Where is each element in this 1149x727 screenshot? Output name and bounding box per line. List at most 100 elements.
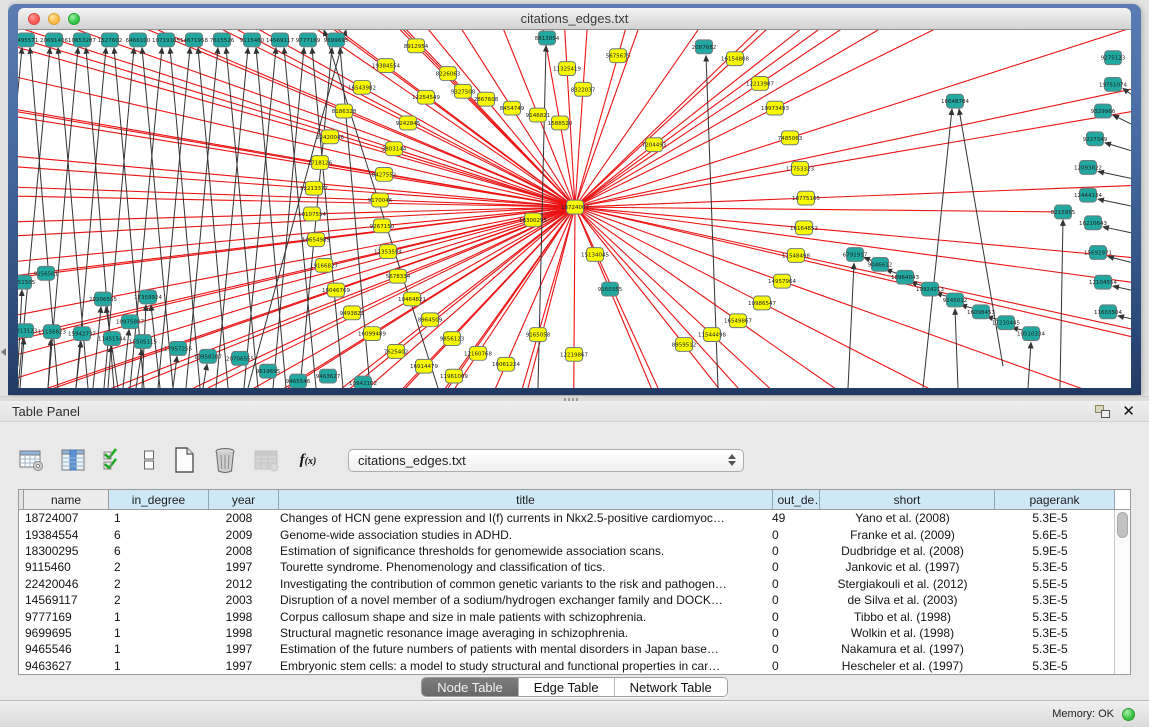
cell-title[interactable]: Changes of HCN gene expression and I(f) … (274, 510, 768, 526)
table-mode-button[interactable] (18, 446, 46, 474)
graph-node-teal[interactable]: 9245012 (943, 293, 967, 307)
table-row[interactable]: 2242004622012Investigating the contribut… (19, 576, 1114, 592)
graph-node-teal[interactable]: 14569117 (266, 33, 294, 47)
cell-title[interactable]: Embryonic stem cells: a model to study s… (274, 658, 768, 674)
graph-node-yellow[interactable]: 10107554 (298, 207, 326, 221)
column-header-out_degree[interactable]: △out_de… (773, 490, 820, 509)
column-header-name[interactable]: name (24, 490, 109, 509)
cell-pagerank[interactable]: 5.5E-5 (990, 576, 1110, 592)
cell-year[interactable]: 2003 (204, 592, 274, 608)
graph-node-teal[interactable]: 9115460 (240, 33, 265, 47)
cell-short[interactable]: Franke et al. (2009) (815, 527, 990, 543)
graph-node-yellow[interactable]: 17753323 (786, 162, 814, 176)
cell-title[interactable]: Tourette syndrome. Phenomenology and cla… (274, 559, 768, 575)
cell-pagerank[interactable]: 5.9E-5 (990, 543, 1110, 559)
table-row[interactable]: 911546021997Tourette syndrome. Phenomeno… (19, 559, 1114, 575)
network-graph[interactable]: 6495571206914061065328715276026466100107… (18, 30, 1131, 388)
cell-in_degree[interactable]: 2 (104, 559, 204, 575)
graph-node-teal[interactable]: 8215955 (1051, 205, 1075, 219)
graph-node-teal[interactable]: 11603504 (1094, 305, 1122, 319)
graph-node-yellow[interactable]: 9856123 (440, 332, 465, 346)
vertical-scrollbar[interactable] (1114, 510, 1130, 674)
graph-node-yellow[interactable]: 5675675 (606, 49, 630, 63)
graph-node-teal[interactable]: 9275123 (1101, 51, 1126, 65)
cell-out_degree[interactable]: 0 (768, 658, 815, 674)
graph-node-teal[interactable]: 10975887 (116, 315, 144, 329)
cell-short[interactable]: de Silva et al. (2003) (815, 592, 990, 608)
cell-pagerank[interactable]: 5.3E-5 (990, 592, 1110, 608)
graph-node-teal[interactable]: 16098453 (967, 305, 995, 319)
cell-title[interactable]: Estimation of significance thresholds fo… (274, 543, 768, 559)
cell-name[interactable]: 14569117 (19, 592, 104, 608)
cell-name[interactable]: 9115460 (19, 559, 104, 575)
cell-short[interactable]: Yano et al. (2008) (815, 510, 990, 526)
graph-node-yellow[interactable]: 16154808 (721, 52, 749, 66)
graph-node-yellow[interactable]: 1588520 (548, 116, 573, 130)
graph-node-yellow[interactable]: 16061224 (492, 357, 520, 371)
graph-node-yellow[interactable]: 14957964 (768, 274, 796, 288)
window-minimize-button[interactable] (48, 13, 60, 25)
graph-node-yellow[interactable]: 2867608 (474, 92, 499, 106)
graph-node-teal[interactable]: 17957255 (164, 342, 192, 356)
graph-node-yellow[interactable]: 8427552 (372, 167, 396, 181)
cell-pagerank[interactable]: 5.3E-5 (990, 510, 1110, 526)
graph-node-teal[interactable]: 16648784 (941, 94, 969, 108)
cell-name[interactable]: 9777169 (19, 609, 104, 625)
cell-out_degree[interactable]: 0 (768, 609, 815, 625)
cell-in_degree[interactable]: 1 (104, 625, 204, 641)
table-row[interactable]: 946554611997Estimation of the future num… (19, 641, 1114, 657)
cell-pagerank[interactable]: 5.3E-5 (990, 559, 1110, 575)
graph-node-teal[interactable]: 20706555 (226, 351, 254, 365)
cell-short[interactable]: Jankovic et al. (1997) (815, 559, 990, 575)
cell-year[interactable]: 1997 (204, 559, 274, 575)
cell-name[interactable]: 22420046 (19, 576, 104, 592)
graph-node-yellow[interactable]: 8912954 (404, 39, 429, 53)
cell-in_degree[interactable]: 1 (104, 641, 204, 657)
graph-node-yellow[interactable]: 16549867 (724, 314, 752, 328)
table-row[interactable]: 1938455462009Genome-wide association stu… (19, 526, 1114, 542)
cell-out_degree[interactable]: 0 (768, 527, 815, 543)
graph-node-yellow[interactable]: 9327508 (451, 84, 476, 98)
table-select-dropdown[interactable]: citations_edges.txt (348, 449, 744, 472)
cell-year[interactable]: 2008 (204, 543, 274, 559)
table-row[interactable]: 969969511998Structural magnetic resonanc… (19, 625, 1114, 641)
graph-node-teal[interactable]: 15942737 (68, 327, 96, 341)
cell-name[interactable]: 9465546 (19, 641, 104, 657)
graph-node-yellow[interactable]: 15134045 (581, 248, 609, 262)
graph-node-yellow[interactable]: 18775165 (792, 191, 820, 205)
cell-in_degree[interactable]: 6 (104, 543, 204, 559)
cell-short[interactable]: Nakamura et al. (1997) (815, 641, 990, 657)
graph-node-teal[interactable]: 10510334 (1017, 327, 1045, 341)
graph-node-teal[interactable]: 12093822 (1074, 161, 1102, 175)
cell-year[interactable]: 2008 (204, 510, 274, 526)
delete-table-button[interactable] (252, 446, 280, 474)
graph-node-yellow[interactable]: 19166827 (310, 258, 338, 272)
graph-node-teal[interactable]: 9160355 (598, 282, 622, 296)
graph-node-yellow[interactable]: 11325419 (553, 62, 581, 76)
graph-node-teal[interactable]: 16210643 (1079, 216, 1107, 230)
function-builder-button[interactable]: f(x) (293, 446, 323, 474)
cell-in_degree[interactable]: 1 (104, 510, 204, 526)
graph-node-yellow[interactable]: 11544498 (698, 328, 726, 342)
network-window-titlebar[interactable]: citations_edges.txt (18, 8, 1131, 30)
graph-node-yellow[interactable]: 10654985 (302, 233, 330, 247)
graph-node-teal[interactable]: 9227349 (1083, 132, 1108, 146)
column-header-in_degree[interactable]: in_degree (109, 490, 209, 509)
graph-node-teal[interactable]: 9463627 (316, 369, 340, 383)
graph-node-yellow[interactable]: 9170046 (368, 193, 393, 207)
cell-name[interactable]: 9699695 (19, 625, 104, 641)
cell-short[interactable]: Tibbo et al. (1998) (815, 609, 990, 625)
show-columns-button[interactable] (59, 446, 87, 474)
graph-node-teal[interactable]: 2087682 (692, 40, 716, 54)
graph-node-yellow[interactable]: 16543982 (348, 80, 376, 94)
cell-in_degree[interactable]: 2 (104, 576, 204, 592)
graph-node-yellow[interactable]: 7625402 (384, 344, 408, 358)
graph-node-teal[interactable]: 7615526 (210, 33, 235, 47)
graph-node-teal[interactable]: 9619695 (256, 364, 280, 378)
cell-in_degree[interactable]: 1 (104, 658, 204, 674)
graph-node-yellow[interactable]: 8964509 (418, 313, 443, 327)
cell-title[interactable]: Estimation of the future numbers of pati… (274, 641, 768, 657)
table-row[interactable]: 1456911722003Disruption of a novel membe… (19, 592, 1114, 608)
window-close-button[interactable] (28, 13, 40, 25)
graph-node-yellow[interactable]: 8226063 (436, 67, 461, 81)
